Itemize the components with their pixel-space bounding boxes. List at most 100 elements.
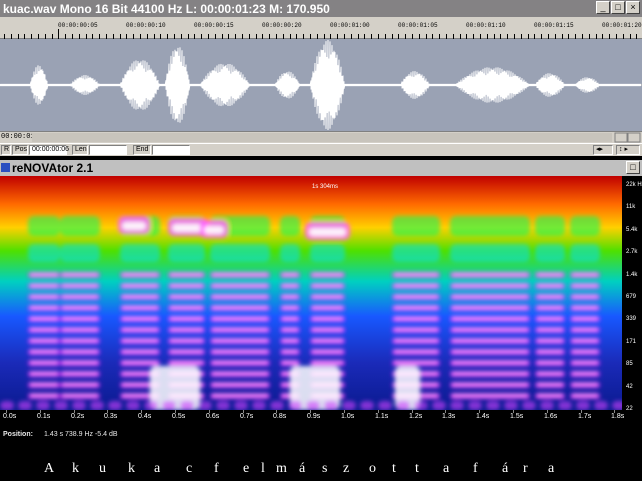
renovator-title: reNOVAtor 2.1 (12, 161, 94, 175)
waveform-trace (0, 40, 642, 130)
spectral-blob (282, 317, 298, 320)
spectral-blob (452, 295, 528, 298)
waveform-line (0, 40, 642, 130)
spectral-blob (170, 350, 203, 353)
time-label: 1.1s (375, 413, 389, 420)
spectral-blob (62, 383, 98, 386)
spectral-blob (170, 317, 203, 320)
spectral-blob (204, 226, 224, 234)
spectral-blob (572, 361, 598, 364)
phoneme-annotations: Akukacfelmászottafára (0, 458, 642, 481)
spectral-blob (452, 339, 528, 342)
position-value: 1.43 s 738.9 Hz -5.4 dB (44, 431, 118, 438)
spectral-blob (306, 401, 320, 410)
spectral-blob (30, 372, 58, 375)
spectral-blob (360, 401, 374, 410)
spectral-blob (212, 383, 268, 386)
spectral-blob (394, 306, 438, 309)
phoneme-letter: r (523, 461, 528, 476)
record-button[interactable]: R (1, 145, 11, 155)
spectral-blob (394, 328, 438, 331)
pos-field[interactable]: 00:00:00:06 (29, 145, 69, 155)
spectral-blob (30, 317, 58, 320)
ruler-label: 00:00:01:00 (330, 22, 370, 29)
spectral-blob (212, 295, 268, 298)
ruler-label: 00:00:00:10 (126, 22, 166, 29)
phoneme-letter: f (473, 461, 478, 476)
waveform-svg (0, 40, 642, 130)
spectral-blob (282, 284, 298, 287)
ruler-tick (58, 29, 59, 39)
time-label: 0.3s (104, 413, 118, 420)
spectrogram-view[interactable]: 1s 304ms (0, 176, 622, 410)
waveform-view[interactable] (0, 39, 642, 131)
phoneme-letter: k (128, 461, 135, 476)
phoneme-letter: t (392, 461, 396, 476)
phoneme-letter: l (261, 461, 265, 476)
time-label: 1.6s (544, 413, 558, 420)
spectral-blob (28, 216, 60, 236)
spectral-blob (450, 216, 530, 236)
spectral-blob (170, 284, 203, 287)
end-field[interactable] (152, 145, 190, 155)
minimize-button[interactable]: _ (596, 1, 610, 14)
spectral-blob (535, 244, 565, 262)
time-label: 0.4s (138, 413, 152, 420)
spectral-blob (392, 216, 440, 236)
ruler-label: 00:00:01:10 (466, 22, 506, 29)
spectral-blob (62, 284, 98, 287)
phoneme-letter: A (44, 461, 55, 476)
time-label: 0.6s (206, 413, 220, 420)
spectral-blob (572, 350, 598, 353)
time-label: 0.1s (37, 413, 51, 420)
spectral-blob (62, 372, 98, 375)
spectral-blob (452, 383, 528, 386)
spectral-blob (572, 328, 598, 331)
spectral-blob (30, 394, 58, 397)
spectral-blob (537, 394, 563, 397)
spectral-blob (170, 306, 203, 309)
spectral-blob (122, 295, 158, 298)
time-axis: 0.0s 0.1s 0.2s 0.3s 0.4s 0.5s 0.6s 0.7s 0.8s 0.9s… (0, 410, 642, 430)
zoom-in-button[interactable]: ↕ ▸ (616, 145, 640, 155)
spectral-blob (122, 273, 158, 276)
spectral-blob (252, 401, 266, 410)
spectral-blob (537, 361, 563, 364)
spectral-blob (62, 328, 98, 331)
spectral-blob (212, 350, 268, 353)
len-field[interactable] (89, 145, 127, 155)
spectral-blob (450, 401, 464, 410)
renovator-restore-button[interactable]: □ (626, 161, 640, 174)
spectral-blob (54, 401, 68, 410)
phoneme-letter: a (443, 461, 450, 476)
spectral-blob (30, 284, 58, 287)
spectral-blob (198, 401, 212, 410)
maximize-button[interactable]: □ (611, 1, 625, 14)
spectral-blob (270, 401, 284, 410)
phoneme-letter: z (343, 461, 350, 476)
spectral-blob (324, 401, 338, 410)
spectral-blob (212, 273, 268, 276)
time-label: 1.8s (611, 413, 625, 420)
spectral-blob (468, 401, 482, 410)
spectral-blob (572, 306, 598, 309)
spectral-blob (126, 401, 140, 410)
position-readout: Position: 1.43 s 738.9 Hz -5.4 dB (0, 430, 642, 442)
spectral-blob (282, 273, 298, 276)
time-label: 0.8s (273, 413, 287, 420)
spectral-blob (312, 317, 343, 320)
spectral-blob (394, 295, 438, 298)
spectral-blob (170, 273, 203, 276)
ruler-label: 00:00:00:20 (262, 22, 302, 29)
zoom-out-button[interactable]: ◂▸ (593, 145, 613, 155)
spectral-blob (535, 216, 565, 236)
phoneme-letter: c (186, 461, 193, 476)
spectral-blob (576, 401, 590, 410)
spectral-blob (342, 401, 356, 410)
spectral-blob (309, 228, 346, 236)
time-label: 0.9s (307, 413, 321, 420)
close-button[interactable]: × (626, 1, 640, 14)
spectral-blob (30, 273, 58, 276)
time-ruler[interactable]: 00:00:00:05 00:00:00:10 00:00:00:15 00:00:0… (0, 17, 642, 39)
time-label: 0.2s (71, 413, 85, 420)
